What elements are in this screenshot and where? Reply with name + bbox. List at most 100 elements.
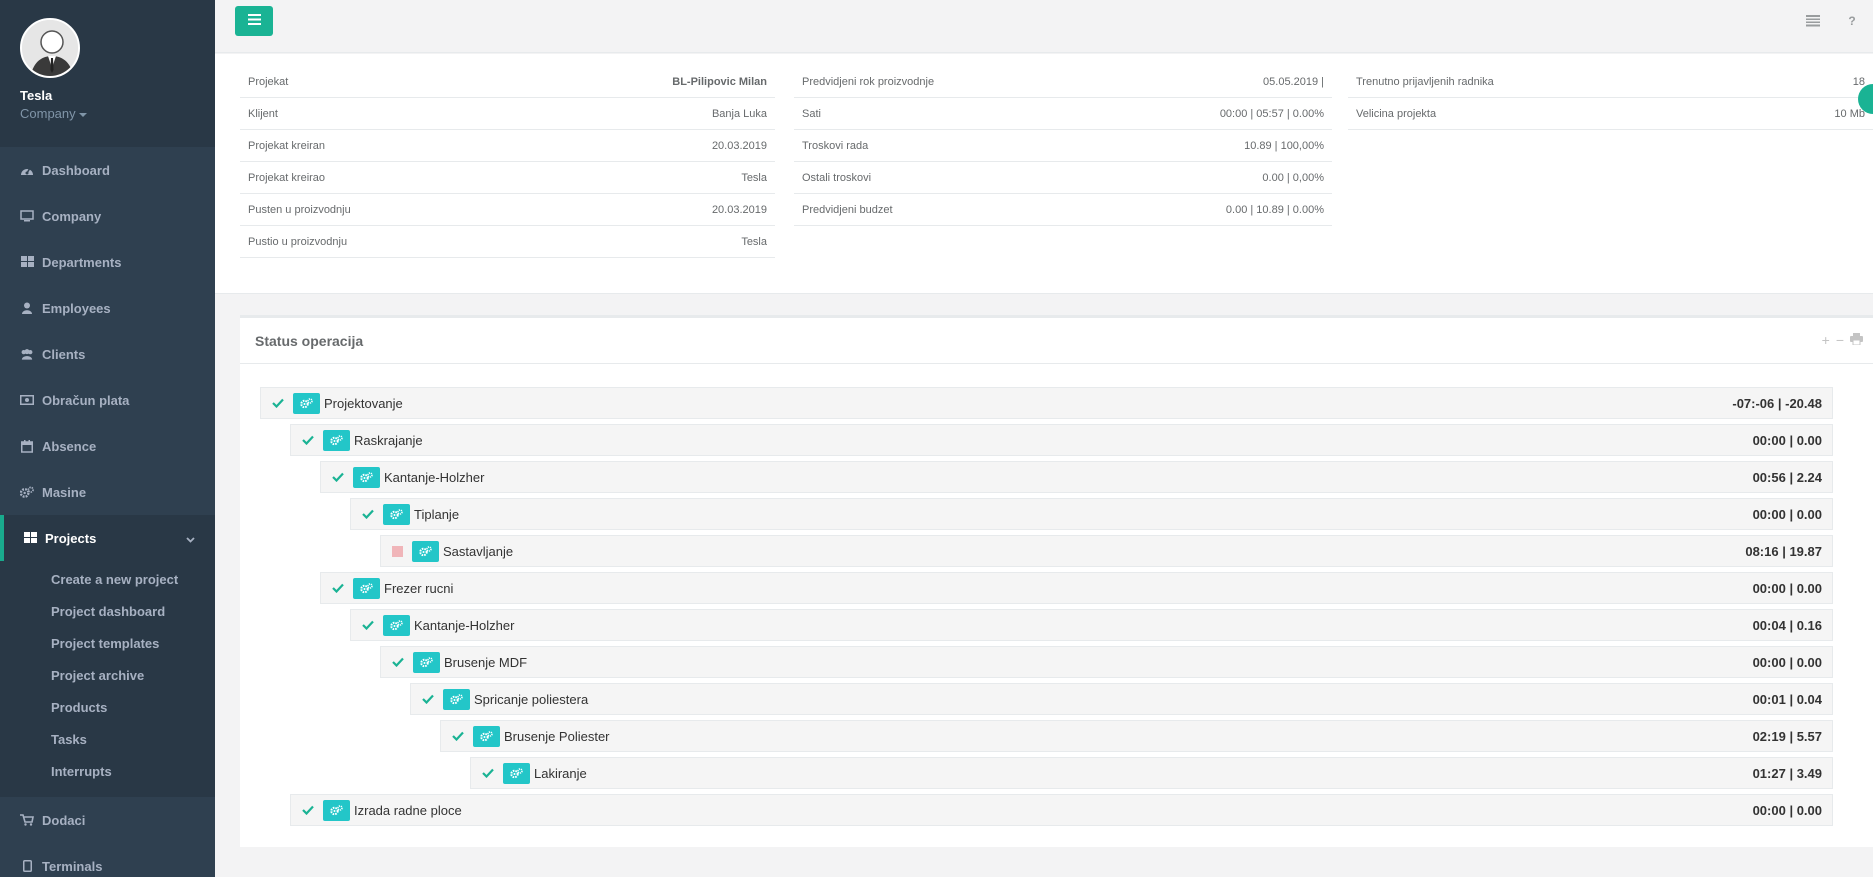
nav-item-terminals[interactable]: Terminals bbox=[0, 843, 215, 877]
subnav-project-dashboard[interactable]: Project dashboard bbox=[0, 595, 215, 627]
operation-row[interactable]: Kantanje-Holzher 00:56 | 2.24 bbox=[320, 461, 1833, 493]
info-row: Projekat kreiran 20.03.2019 bbox=[240, 130, 775, 162]
check-icon bbox=[421, 692, 435, 706]
operation-value: 00:00 | 0.00 bbox=[1752, 580, 1822, 596]
print-icon[interactable] bbox=[1850, 332, 1863, 348]
check-icon bbox=[391, 655, 405, 669]
pending-square-icon bbox=[392, 545, 403, 557]
info-label: Trenutno prijavljenih radnika bbox=[1356, 75, 1494, 88]
nav-item-obracun-plata[interactable]: Obračun plata bbox=[0, 377, 215, 423]
nav-label: Employees bbox=[42, 300, 111, 316]
operation-row[interactable]: Brusenje Poliester 02:19 | 5.57 bbox=[440, 720, 1833, 752]
info-label: Projekat bbox=[248, 75, 289, 88]
info-label: Pusten u proizvodnju bbox=[248, 203, 351, 216]
avatar[interactable] bbox=[20, 18, 80, 78]
operation-row[interactable]: Frezer rucni 00:00 | 0.00 bbox=[320, 572, 1833, 604]
operation-name: Lakiranje bbox=[534, 765, 587, 781]
operation-name: Frezer rucni bbox=[384, 580, 454, 596]
operation-value: 01:27 | 3.49 bbox=[1752, 765, 1822, 781]
panel-title: Status operacija bbox=[240, 318, 1873, 364]
operation-row[interactable]: Sastavljanje 08:16 | 19.87 bbox=[380, 535, 1833, 567]
cogs-button[interactable] bbox=[323, 799, 350, 821]
nav-label: Terminals bbox=[42, 858, 103, 874]
operation-value: 00:04 | 0.16 bbox=[1752, 617, 1822, 633]
subnav-tasks[interactable]: Tasks bbox=[0, 723, 215, 755]
operation-value: 02:19 | 5.57 bbox=[1752, 728, 1822, 744]
nav-item-dodaci[interactable]: Dodaci bbox=[0, 797, 215, 843]
cogs-button[interactable] bbox=[353, 577, 380, 599]
cogs-button[interactable] bbox=[383, 503, 410, 525]
cogs-button[interactable] bbox=[383, 614, 410, 636]
operation-row[interactable]: Izrada radne ploce 00:00 | 0.00 bbox=[290, 794, 1833, 826]
subnav-interrupts[interactable]: Interrupts bbox=[0, 755, 215, 787]
desktop-icon bbox=[20, 209, 34, 223]
operation-row[interactable]: Raskrajanje 00:00 | 0.00 bbox=[290, 424, 1833, 456]
cogs-icon bbox=[20, 485, 34, 499]
subnav-project-archive[interactable]: Project archive bbox=[0, 659, 215, 691]
nav-item-projects[interactable]: Projects bbox=[0, 515, 215, 561]
info-row: Predvidjeni rok proizvodnje 05.05.2019 | bbox=[794, 66, 1332, 98]
info-value: 00:00 | 05:57 | 0.00% bbox=[1219, 107, 1324, 120]
operation-row[interactable]: Projektovanje -07:-06 | -20.48 bbox=[260, 387, 1833, 419]
collapse-all-icon[interactable]: − bbox=[1836, 332, 1844, 348]
subnav-create-project[interactable]: Create a new project bbox=[0, 563, 215, 595]
nav-item-company[interactable]: Company bbox=[0, 193, 215, 239]
help-button[interactable]: ? bbox=[1844, 13, 1860, 29]
cogs-button[interactable] bbox=[473, 725, 500, 747]
nav-item-dashboard[interactable]: Dashboard bbox=[0, 147, 215, 193]
expand-all-icon[interactable]: + bbox=[1822, 332, 1830, 348]
sidebar: Tesla Company Dashboard Company Departme… bbox=[0, 0, 215, 877]
caret-down-icon bbox=[78, 112, 87, 117]
operation-row[interactable]: Tiplanje 00:00 | 0.00 bbox=[350, 498, 1833, 530]
cogs-button[interactable] bbox=[323, 429, 350, 451]
cart-icon bbox=[20, 813, 34, 827]
operation-value: 00:56 | 2.24 bbox=[1752, 469, 1822, 485]
info-label: Projekat kreirao bbox=[248, 171, 326, 184]
tablet-icon bbox=[20, 859, 34, 873]
nav-item-absence[interactable]: Absence bbox=[0, 423, 215, 469]
info-label: Pustio u proizvodnju bbox=[248, 235, 348, 248]
info-label: Predvidjeni rok proizvodnje bbox=[802, 75, 935, 88]
nav-label: Projects bbox=[45, 530, 97, 546]
info-value: 10 Mb bbox=[1834, 107, 1865, 120]
cogs-button[interactable] bbox=[412, 540, 439, 562]
operation-name: Sastavljanje bbox=[443, 543, 514, 559]
cogs-button[interactable] bbox=[293, 392, 320, 414]
info-label: Klijent bbox=[248, 107, 278, 120]
check-icon bbox=[361, 618, 375, 632]
info-label: Velicina projekta bbox=[1356, 107, 1437, 120]
operation-value: 00:00 | 0.00 bbox=[1752, 802, 1822, 818]
user-icon bbox=[20, 301, 34, 315]
cogs-button[interactable] bbox=[443, 688, 470, 710]
info-row: Velicina projekta 10 Mb bbox=[1348, 98, 1873, 130]
subnav-project-templates[interactable]: Project templates bbox=[0, 627, 215, 659]
cogs-button[interactable] bbox=[353, 466, 380, 488]
nav-item-masine[interactable]: Masine bbox=[0, 469, 215, 515]
list-view-icon[interactable] bbox=[1805, 13, 1821, 29]
info-row: Trenutno prijavljenih radnika 18 bbox=[1348, 66, 1873, 98]
info-row: Ostali troskovi 0.00 | 0,00% bbox=[794, 162, 1332, 194]
check-icon bbox=[301, 433, 315, 447]
bars-icon bbox=[247, 12, 261, 30]
info-value: 0.00 | 0,00% bbox=[1262, 171, 1324, 184]
info-column-project: Projekat BL-Pilipovic Milan Klijent Banja … bbox=[240, 66, 775, 258]
nav-item-clients[interactable]: Clients bbox=[0, 331, 215, 377]
info-row: Pusten u proizvodnju 20.03.2019 bbox=[240, 194, 775, 226]
profile-role-dropdown[interactable]: Company bbox=[20, 106, 215, 121]
operation-value: 00:00 | 0.00 bbox=[1752, 654, 1822, 670]
operation-row[interactable]: Kantanje-Holzher 00:04 | 0.16 bbox=[350, 609, 1833, 641]
subnav-products[interactable]: Products bbox=[0, 691, 215, 723]
menu-toggle-button[interactable] bbox=[235, 6, 273, 36]
operation-row[interactable]: Spricanje poliestera 00:01 | 0.04 bbox=[410, 683, 1833, 715]
check-icon bbox=[331, 581, 345, 595]
cogs-button[interactable] bbox=[413, 651, 440, 673]
nav-item-employees[interactable]: Employees bbox=[0, 285, 215, 331]
nav-label: Departments bbox=[42, 254, 122, 270]
cogs-button[interactable] bbox=[503, 762, 530, 784]
operation-row[interactable]: Lakiranje 01:27 | 3.49 bbox=[470, 757, 1833, 789]
profile-role-label: Company bbox=[20, 106, 76, 121]
nav-item-departments[interactable]: Departments bbox=[0, 239, 215, 285]
info-row: Pustio u proizvodnju Tesla bbox=[240, 226, 775, 258]
operation-row[interactable]: Brusenje MDF 00:00 | 0.00 bbox=[380, 646, 1833, 678]
money-icon bbox=[20, 393, 34, 407]
